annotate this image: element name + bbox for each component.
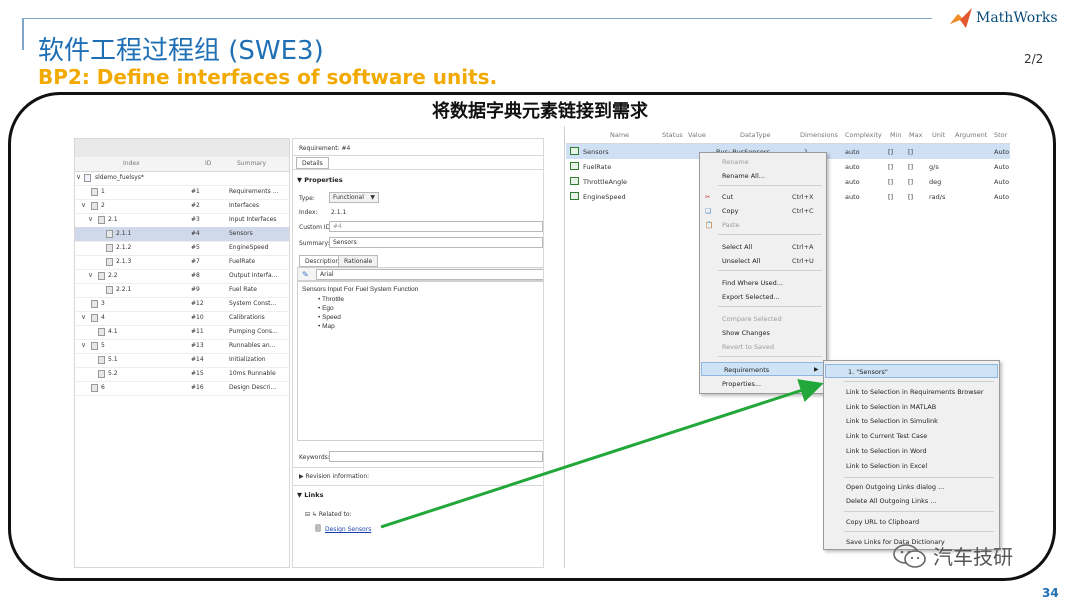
watermark: 汽车技研 — [893, 541, 1013, 570]
slide-number: 34 — [1042, 586, 1059, 600]
annotation-arrow — [380, 379, 824, 529]
wechat-icon — [893, 543, 926, 568]
arrow-line — [380, 379, 824, 529]
watermark-text: 汽车技研 — [933, 545, 1013, 569]
